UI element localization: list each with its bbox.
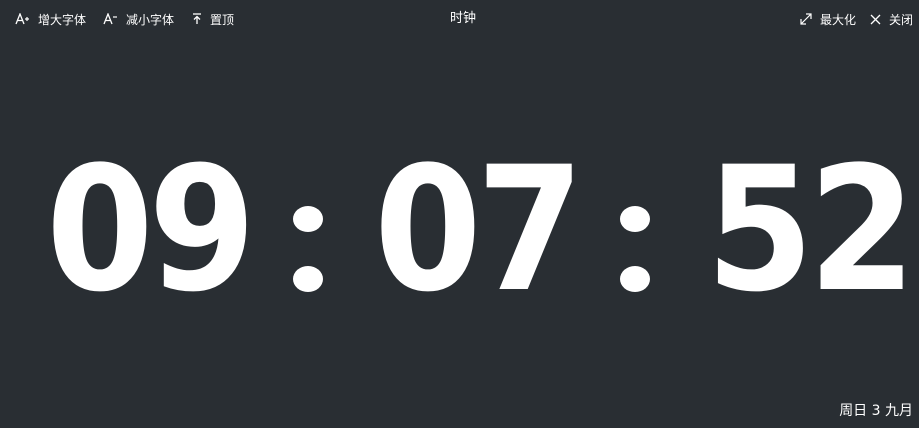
close-icon [870,11,881,27]
maximize-button[interactable]: 最大化 [800,10,856,28]
close-label: 关闭 [889,12,914,27]
maximize-icon [800,11,812,27]
date-label: 周日 3 九月 [839,403,913,419]
window-title: 时钟 [449,11,476,26]
clock-seconds: 52 [706,129,916,330]
clock-window: 增大字体 减小字体 置顶 时钟 最大化 关闭 09 07 52 周日 3 九月 [0,0,919,428]
close-button[interactable]: 关闭 [870,10,913,28]
maximize-label: 最大化 [820,12,857,27]
separator-dot [620,266,650,292]
clock-hours: 09 [46,129,256,330]
clock-separator [293,206,323,318]
clock-separator [620,206,650,318]
clock-display: 09 07 52 [0,129,919,330]
separator-dot [293,266,323,292]
clock-minutes: 07 [374,129,584,330]
toolbar: 增大字体 减小字体 置顶 时钟 最大化 关闭 [0,0,919,38]
separator-dot [293,206,323,232]
separator-dot [620,206,650,232]
